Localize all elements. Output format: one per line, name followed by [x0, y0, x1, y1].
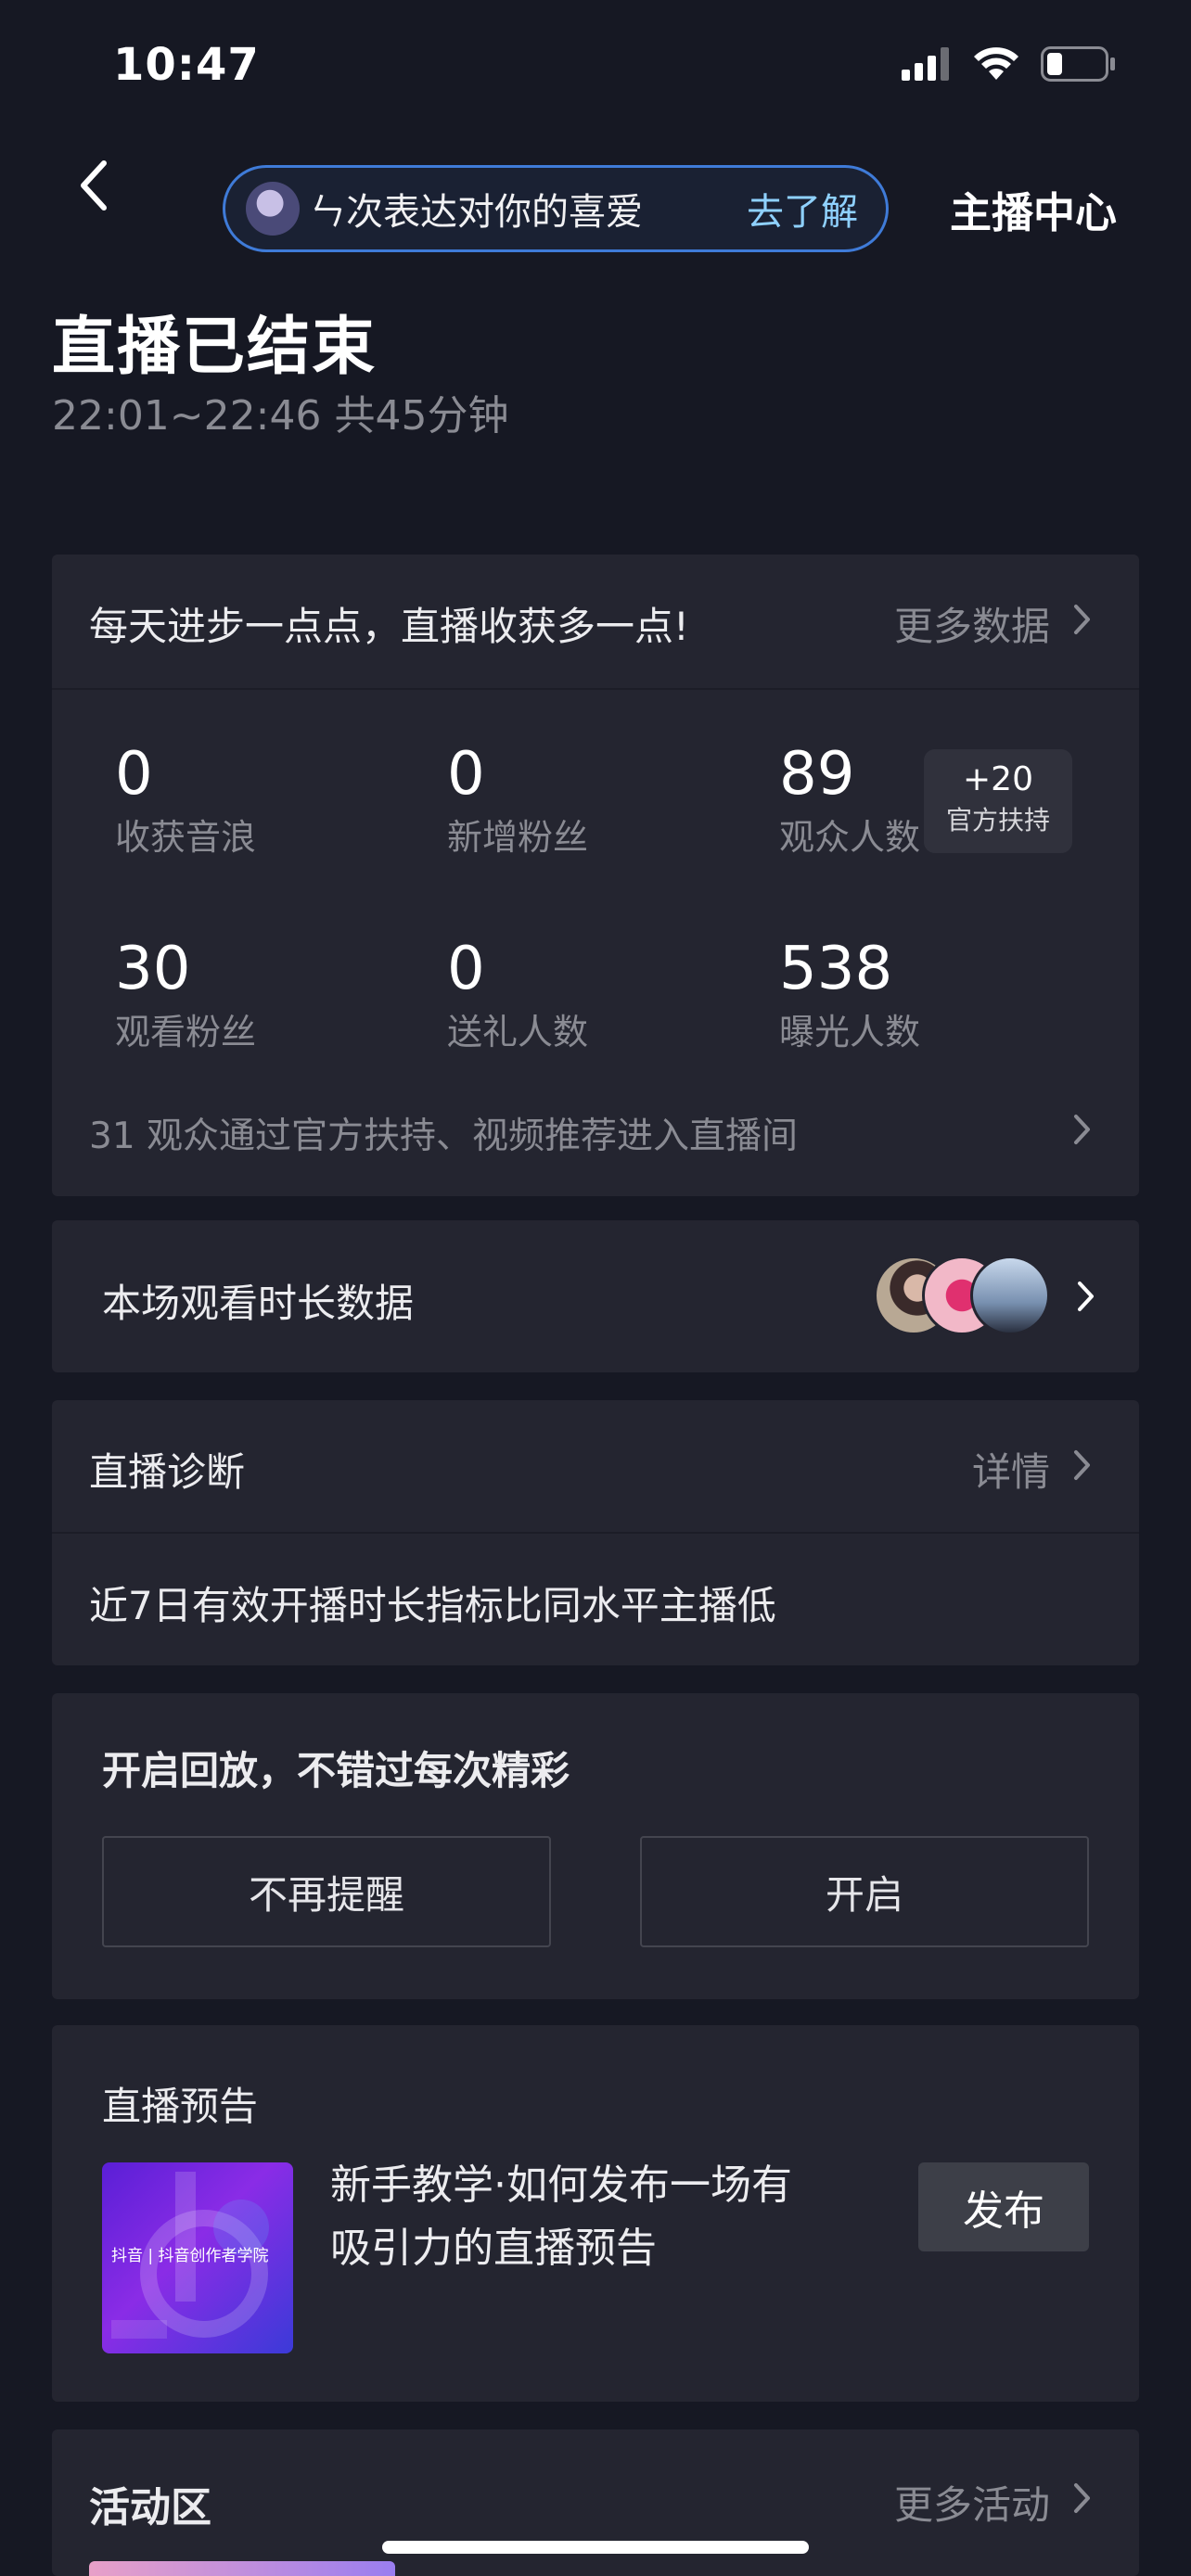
stat-value: 0	[447, 935, 485, 1003]
live-time-range: 22:01~22:46 共45分钟	[52, 392, 509, 440]
stat-label: 观众人数	[779, 817, 921, 858]
publish-button[interactable]: 发布	[918, 2162, 1089, 2251]
stat-value: 30	[115, 935, 191, 1003]
more-activities-link[interactable]: 更多活动	[894, 2474, 1050, 2531]
more-data-link[interactable]: 更多数据	[894, 595, 1050, 652]
diagnosis-note: 近7日有效开播时长指标比同水平主播低	[89, 1583, 776, 1628]
signal-icon	[902, 47, 949, 81]
viewer-avatars	[874, 1256, 1050, 1335]
badge-label: 官方扶持	[945, 805, 1050, 835]
banner-avatar	[246, 182, 300, 236]
stat-label: 送礼人数	[447, 1012, 589, 1052]
dismiss-reminder-button[interactable]: 不再提醒	[102, 1836, 551, 1947]
stat-value: 538	[779, 935, 893, 1003]
page-title: 直播已结束	[52, 311, 378, 384]
badge-count: +20	[963, 760, 1033, 798]
status-time: 10:47	[113, 39, 260, 91]
preview-card: 直播预告 抖音 | 抖音创作者学院 新手教学·如何发布一场有 吸引力的直播预告 …	[52, 2025, 1139, 2402]
stat-value: 0	[115, 740, 153, 809]
replay-card: 开启回放，不错过每次精彩 不再提醒 开启	[52, 1693, 1139, 1999]
chevron-right-icon[interactable]	[1076, 1280, 1096, 1313]
stat-label: 曝光人数	[779, 1012, 921, 1052]
chevron-right-icon[interactable]	[1072, 603, 1093, 636]
host-center-link[interactable]: 主播中心	[950, 179, 1117, 239]
activity-card: 活动区 更多活动	[52, 2429, 1139, 2576]
thumbnail-caption: 抖音 | 抖音创作者学院	[111, 2247, 269, 2265]
chevron-right-icon[interactable]	[1072, 1113, 1093, 1146]
stat-value: 0	[447, 740, 485, 809]
activity-title: 活动区	[89, 2484, 211, 2531]
activity-thumbnail[interactable]	[89, 2561, 395, 2576]
back-icon[interactable]	[72, 158, 113, 213]
watch-time-card[interactable]: 本场观看时长数据	[52, 1220, 1139, 1372]
wifi-icon	[974, 47, 1018, 80]
diagnosis-details-link[interactable]: 详情	[972, 1441, 1050, 1498]
enable-replay-button[interactable]: 开启	[640, 1836, 1089, 1947]
stats-heading: 每天进步一点点，直播收获多一点!	[89, 604, 689, 649]
status-icons	[902, 46, 1117, 82]
chevron-right-icon[interactable]	[1072, 1448, 1093, 1482]
stat-label: 新增粉丝	[447, 817, 589, 858]
preview-title: 直播预告	[102, 2084, 259, 2129]
chevron-right-icon[interactable]	[1072, 2481, 1093, 2515]
battery-icon	[1041, 46, 1115, 82]
banner-text: ㄣ次表达对你的喜爱	[309, 191, 643, 234]
replay-title: 开启回放，不错过每次精彩	[102, 1748, 570, 1793]
watch-time-label: 本场观看时长数据	[102, 1281, 415, 1326]
announcement-banner[interactable]: ㄣ次表达对你的喜爱 去了解	[223, 165, 889, 252]
preview-description-line-2[interactable]: 吸引力的直播预告	[330, 2214, 657, 2274]
avatar	[970, 1256, 1050, 1335]
traffic-source-note[interactable]: 31 观众通过官方扶持、视频推荐进入直播间	[89, 1107, 798, 1159]
stat-value: 89	[779, 740, 855, 809]
preview-description-line-1[interactable]: 新手教学·如何发布一场有	[330, 2151, 792, 2211]
preview-thumbnail[interactable]: 抖音 | 抖音创作者学院	[102, 2162, 293, 2353]
stat-label: 观看粉丝	[115, 1012, 257, 1052]
stat-label: 收获音浪	[115, 817, 257, 858]
home-indicator[interactable]	[382, 2541, 809, 2554]
learn-more-link[interactable]: 去了解	[747, 182, 858, 236]
stats-card: 每天进步一点点，直播收获多一点! 更多数据 0 收获音浪 0 新增粉丝 89 观…	[52, 555, 1139, 1196]
diagnosis-title: 直播诊断	[89, 1449, 246, 1495]
diagnosis-card: 直播诊断 详情 近7日有效开播时长指标比同水平主播低	[52, 1400, 1139, 1665]
official-support-badge: +20 官方扶持	[924, 749, 1072, 853]
